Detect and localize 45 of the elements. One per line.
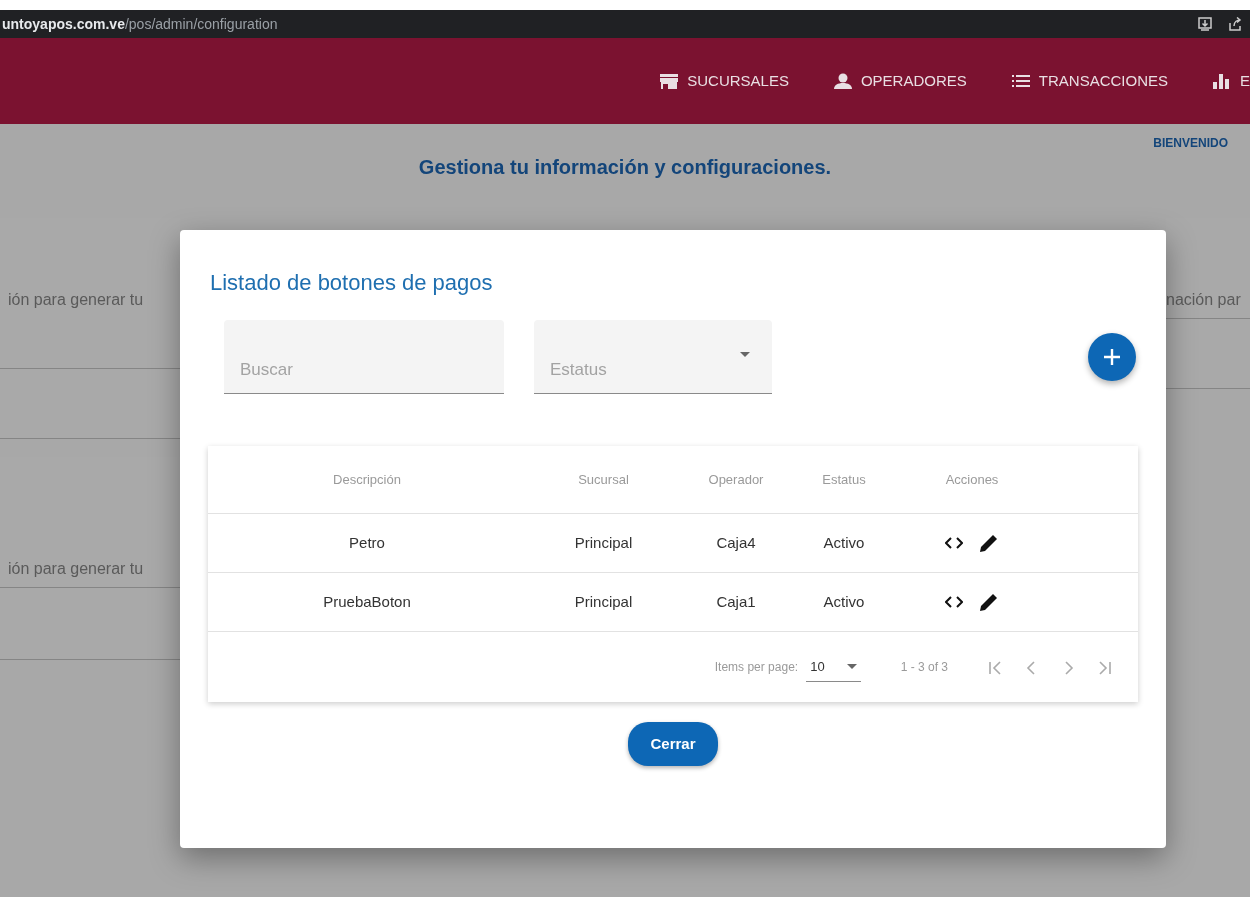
- search-field[interactable]: Buscar: [224, 320, 504, 395]
- welcome-text: BIENVENIDO: [1153, 135, 1229, 152]
- pencil-icon[interactable]: [979, 533, 999, 554]
- dropdown-caret-icon: [846, 664, 857, 670]
- table-cell-text: Activo: [822, 592, 866, 613]
- column-header: Operador: [707, 471, 765, 490]
- table-cell-text: Principal: [573, 533, 634, 554]
- table-cell-text: Principal: [573, 592, 634, 613]
- nav-link[interactable]: TRANSACCIONES: [988, 69, 1190, 93]
- store-icon: [659, 72, 680, 90]
- bar-chart-icon: [1212, 72, 1232, 90]
- nav-link[interactable]: OPERADORES: [810, 69, 989, 93]
- page-heading: Gestiona tu información y configuraciones.: [418, 156, 832, 178]
- column-header: Descripción: [332, 471, 402, 490]
- column-header: Estatus: [821, 471, 867, 490]
- page-size-select[interactable]: 10: [806, 653, 861, 682]
- column-header: Sucursal: [577, 471, 630, 490]
- nav-link[interactable]: SUCURSALES: [637, 69, 811, 93]
- share-icon[interactable]: [1228, 17, 1242, 31]
- card-text: ión para generar tu: [8, 291, 144, 308]
- dropdown-caret-icon: [740, 352, 750, 358]
- status-select[interactable]: Estatus: [534, 320, 772, 395]
- dialog-title: Listado de botones de pagos: [210, 270, 494, 297]
- person-icon: [832, 72, 853, 90]
- column-header: Acciones: [944, 471, 1000, 490]
- table-cell-text: Caja1: [715, 592, 757, 613]
- plus-icon: [1103, 348, 1121, 367]
- page-range-text: 1 - 3 of 3: [900, 659, 948, 677]
- code-icon[interactable]: [945, 596, 963, 609]
- table-cell-text: Caja4: [715, 533, 757, 554]
- code-icon[interactable]: [945, 537, 963, 550]
- pencil-icon[interactable]: [979, 592, 999, 613]
- list-icon: [1010, 72, 1031, 90]
- card-text: nación par: [1166, 291, 1241, 308]
- address-bar[interactable]: untoyapos.com.ve/pos/admin/configuration: [0, 10, 1250, 38]
- add-button[interactable]: [1088, 333, 1136, 382]
- card-text: ión para generar tu: [8, 560, 144, 577]
- table-cell-text: Activo: [822, 533, 866, 554]
- install-icon[interactable]: [1198, 17, 1212, 31]
- table-cell-text: Petro: [348, 533, 386, 554]
- items-per-page-label: Items per page:: [714, 659, 799, 677]
- table-cell-text: PruebaBoton: [322, 592, 412, 613]
- nav-link[interactable]: E: [1190, 69, 1250, 93]
- close-button[interactable]: Cerrar: [628, 722, 718, 767]
- url-text: untoyapos.com.ve/pos/admin/configuration: [2, 14, 278, 34]
